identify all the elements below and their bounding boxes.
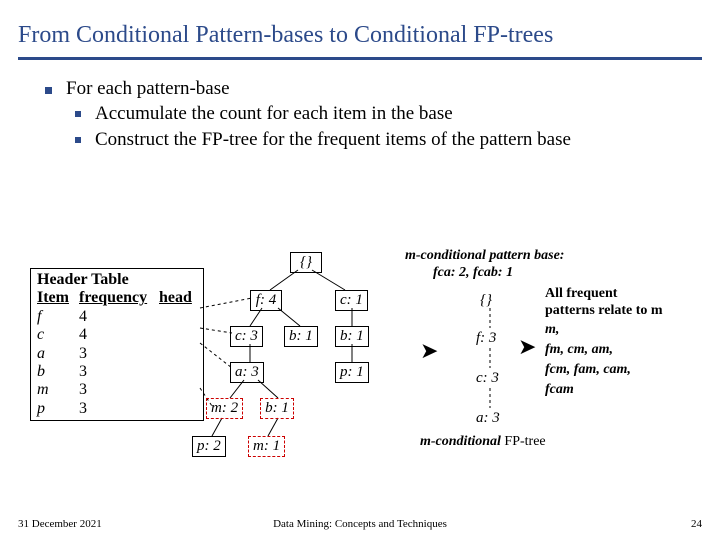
node-p2: p: 2 (192, 436, 226, 457)
arrow-icon: ➤ (518, 334, 536, 360)
header-table-title: Header Table (37, 271, 197, 289)
pattern-fcam: fcam (545, 382, 574, 399)
page-number: 24 (691, 518, 702, 530)
allfreq-label: All frequent patterns relate to m (545, 286, 663, 320)
node-b1b: b: 1 (335, 326, 369, 347)
slide-title: From Conditional Pattern-bases to Condit… (0, 0, 720, 57)
pattern-fcm: fcm, fam, cam, (545, 362, 631, 379)
pattern-base-label: m-conditional pattern base: fca: 2, fcab… (405, 248, 564, 282)
item-f: f (37, 308, 79, 326)
item-m: m (37, 381, 79, 399)
item-a: a (37, 345, 79, 363)
col-item: Item (37, 289, 79, 307)
cond-root: {} (480, 292, 492, 309)
pattern-fm: fm, cm, am, (545, 342, 613, 359)
col-freq: frequency (79, 289, 159, 307)
bullet-l2b: Construct the FP-tree for the frequent i… (95, 128, 571, 152)
item-p: p (37, 400, 79, 418)
node-root: {} (290, 252, 322, 273)
mcond-tree-label: m-conditional FP-tree (420, 434, 546, 450)
bullet-l1: For each pattern-base (66, 78, 230, 100)
header-table: Header Table Item frequency head f4 c4 a… (30, 268, 204, 421)
cond-c3: c: 3 (476, 370, 499, 387)
diagram-stage: Header Table Item frequency head f4 c4 a… (0, 248, 720, 508)
bullet-icon (75, 111, 81, 117)
col-head: head (159, 289, 197, 307)
node-m1: m: 1 (248, 436, 285, 457)
bullet-icon (75, 137, 81, 143)
node-m2: m: 2 (206, 398, 243, 419)
bullet-icon (45, 87, 52, 94)
cond-a3: a: 3 (476, 410, 500, 427)
cond-f3: f: 3 (476, 330, 496, 347)
bullet-l2a: Accumulate the count for each item in th… (95, 102, 453, 126)
node-p1: p: 1 (335, 362, 369, 383)
node-b1a: b: 1 (284, 326, 318, 347)
node-c3: c: 3 (230, 326, 263, 347)
bullet-block: For each pattern-base Accumulate the cou… (0, 60, 720, 152)
pattern-m: m, (545, 322, 559, 339)
item-b: b (37, 363, 79, 381)
node-c1: c: 1 (335, 290, 368, 311)
node-f4: f: 4 (250, 290, 282, 311)
item-c: c (37, 326, 79, 344)
footer-subtitle: Data Mining: Concepts and Techniques (0, 518, 720, 530)
node-b1c: b: 1 (260, 398, 294, 419)
node-a3: a: 3 (230, 362, 264, 383)
arrow-icon: ➤ (420, 338, 438, 364)
